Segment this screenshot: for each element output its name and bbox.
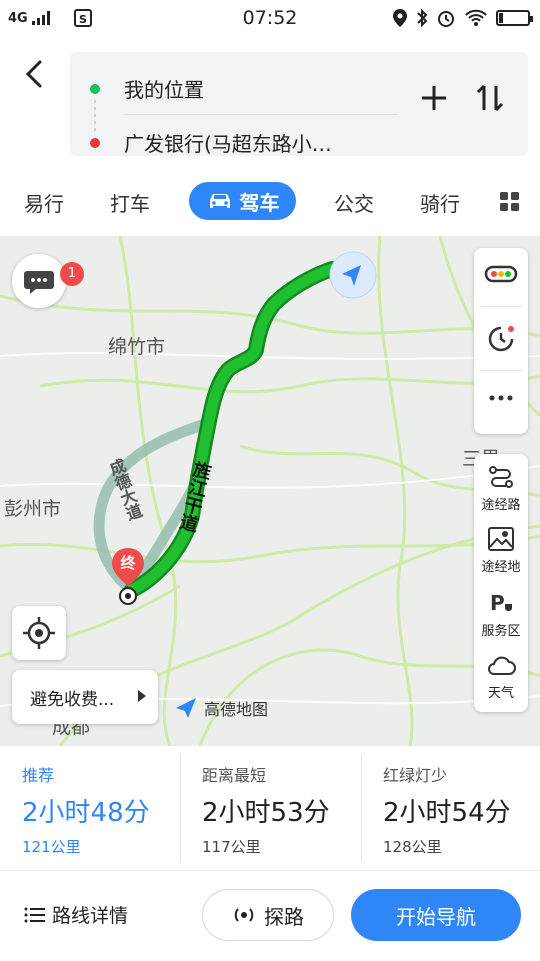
more-tools-button[interactable] (474, 388, 528, 412)
route-details-label: 路线详情 (52, 905, 129, 927)
route-option-recommended[interactable]: 推荐 2小时48分 121公里 (0, 746, 180, 870)
option-duration: 2小时53分 (202, 798, 330, 828)
back-arrow-icon (25, 60, 42, 88)
chat-bubble-icon (24, 271, 54, 294)
broadcast-icon (234, 908, 254, 922)
destination-field[interactable]: 广发银行(马超东路小… (124, 128, 332, 157)
amap-logo-text: 高德地图 (204, 700, 269, 719)
navigation-arrow-icon (329, 251, 377, 299)
map-photo-icon (488, 527, 514, 551)
option-distance: 117公里 (202, 838, 261, 856)
alarm-icon (438, 11, 454, 27)
current-location-marker (328, 250, 378, 304)
tab-bike[interactable]: 骑行 (420, 188, 460, 217)
transport-mode-tabs: 易行 打车 驾车 公交 骑行 (0, 168, 540, 237)
add-waypoint-button[interactable] (416, 80, 452, 116)
play-arrow-icon (138, 690, 146, 702)
destination-marker: 终 (108, 546, 148, 610)
tab-easy-travel[interactable]: 易行 (24, 188, 64, 217)
waypoint-road-button[interactable]: 途经路 (474, 464, 528, 513)
location-icon (393, 9, 407, 27)
swap-icon (476, 84, 504, 112)
avoid-toll-button[interactable]: 避免收费... (12, 670, 158, 724)
more-dots-icon (489, 395, 513, 401)
clock-refresh-icon (488, 326, 514, 352)
locate-me-button[interactable] (12, 606, 66, 660)
weather-label: 天气 (487, 686, 514, 701)
plus-icon (422, 86, 446, 110)
battery-icon (496, 10, 533, 26)
route-divider (124, 114, 398, 115)
traffic-toggle-button[interactable] (474, 264, 528, 288)
amap-logo-icon (176, 698, 196, 718)
traffic-light-icon (484, 265, 518, 283)
avoid-toll-label: 避免收费... (30, 689, 115, 710)
service-area-button[interactable]: P 服务区 (474, 590, 528, 639)
tab-drive-label: 驾车 (239, 190, 280, 215)
more-modes-grid-icon[interactable] (500, 192, 520, 212)
status-icons (392, 8, 533, 28)
message-count-badge: 1 (60, 262, 84, 286)
swap-route-button[interactable] (472, 80, 508, 116)
time-travel-button[interactable] (474, 322, 528, 360)
option-label: 距离最短 (202, 766, 267, 785)
map-view[interactable]: 绵竹市 彭州市 三界 成都 旌江干道 成德大道 终 1 (0, 236, 540, 746)
waypoint-road-label: 途经路 (481, 498, 521, 513)
crosshair-icon (23, 617, 55, 649)
amap-logo: 高德地图 (172, 694, 268, 722)
map-label-pengzhou: 彭州市 (4, 498, 62, 520)
route-option-shortest[interactable]: 距离最短 2小时53分 117公里 (180, 746, 361, 870)
tab-drive[interactable]: 驾车 (189, 182, 296, 220)
list-icon (24, 907, 45, 922)
route-option-fewer-lights[interactable]: 红绿灯少 2小时54分 128公里 (361, 746, 540, 870)
service-area-label: 服务区 (481, 624, 521, 639)
option-distance: 121公里 (22, 838, 81, 856)
option-duration: 2小时48分 (22, 798, 150, 828)
end-marker-label: 终 (120, 554, 136, 572)
origin-field[interactable]: 我的位置 (124, 74, 204, 103)
weather-button[interactable]: 天气 (474, 652, 528, 701)
map-tools-panel (474, 248, 528, 434)
probe-road-label: 探路 (264, 904, 304, 929)
option-label: 红绿灯少 (383, 766, 448, 785)
route-options: 推荐 2小时48分 121公里 距离最短 2小时53分 117公里 红绿灯少 2… (0, 746, 540, 870)
tab-bus[interactable]: 公交 (334, 188, 374, 217)
option-distance: 128公里 (383, 838, 442, 856)
destination-dot-icon (90, 138, 100, 148)
back-button[interactable] (14, 52, 54, 96)
panel-separator (480, 370, 522, 371)
bottom-action-bar: 路线详情 探路 开始导航 (0, 870, 540, 961)
car-icon (209, 194, 230, 208)
probe-road-button[interactable]: 探路 (202, 889, 334, 941)
wifi-icon (465, 9, 487, 26)
origin-dot-icon (90, 84, 100, 94)
waypoint-place-label: 途经地 (481, 560, 521, 575)
route-tools-panel: 途经路 途经地 P 服务区 天气 (474, 454, 528, 712)
route-input-box: 我的位置 广发银行(马超东路小… (70, 52, 528, 156)
cloud-icon (488, 656, 516, 675)
panel-separator (480, 306, 522, 307)
map-label-mianzhu: 绵竹市 (108, 336, 166, 358)
bluetooth-icon (417, 8, 428, 28)
message-button[interactable]: 1 (12, 254, 84, 308)
option-label: 推荐 (22, 766, 55, 785)
start-navigation-button[interactable]: 开始导航 (351, 889, 521, 941)
tab-taxi[interactable]: 打车 (110, 188, 150, 217)
route-details-button[interactable]: 路线详情 (24, 901, 128, 928)
waypoint-road-icon (489, 466, 513, 488)
route-connector (94, 100, 96, 132)
parking-cafe-icon: P (490, 591, 512, 615)
waypoint-place-button[interactable]: 途经地 (474, 526, 528, 575)
status-bar: 4G S 07:52 (0, 0, 540, 38)
svg-text:P: P (490, 591, 505, 615)
option-duration: 2小时54分 (383, 798, 511, 828)
route-header: 我的位置 广发银行(马超东路小… (0, 38, 540, 168)
